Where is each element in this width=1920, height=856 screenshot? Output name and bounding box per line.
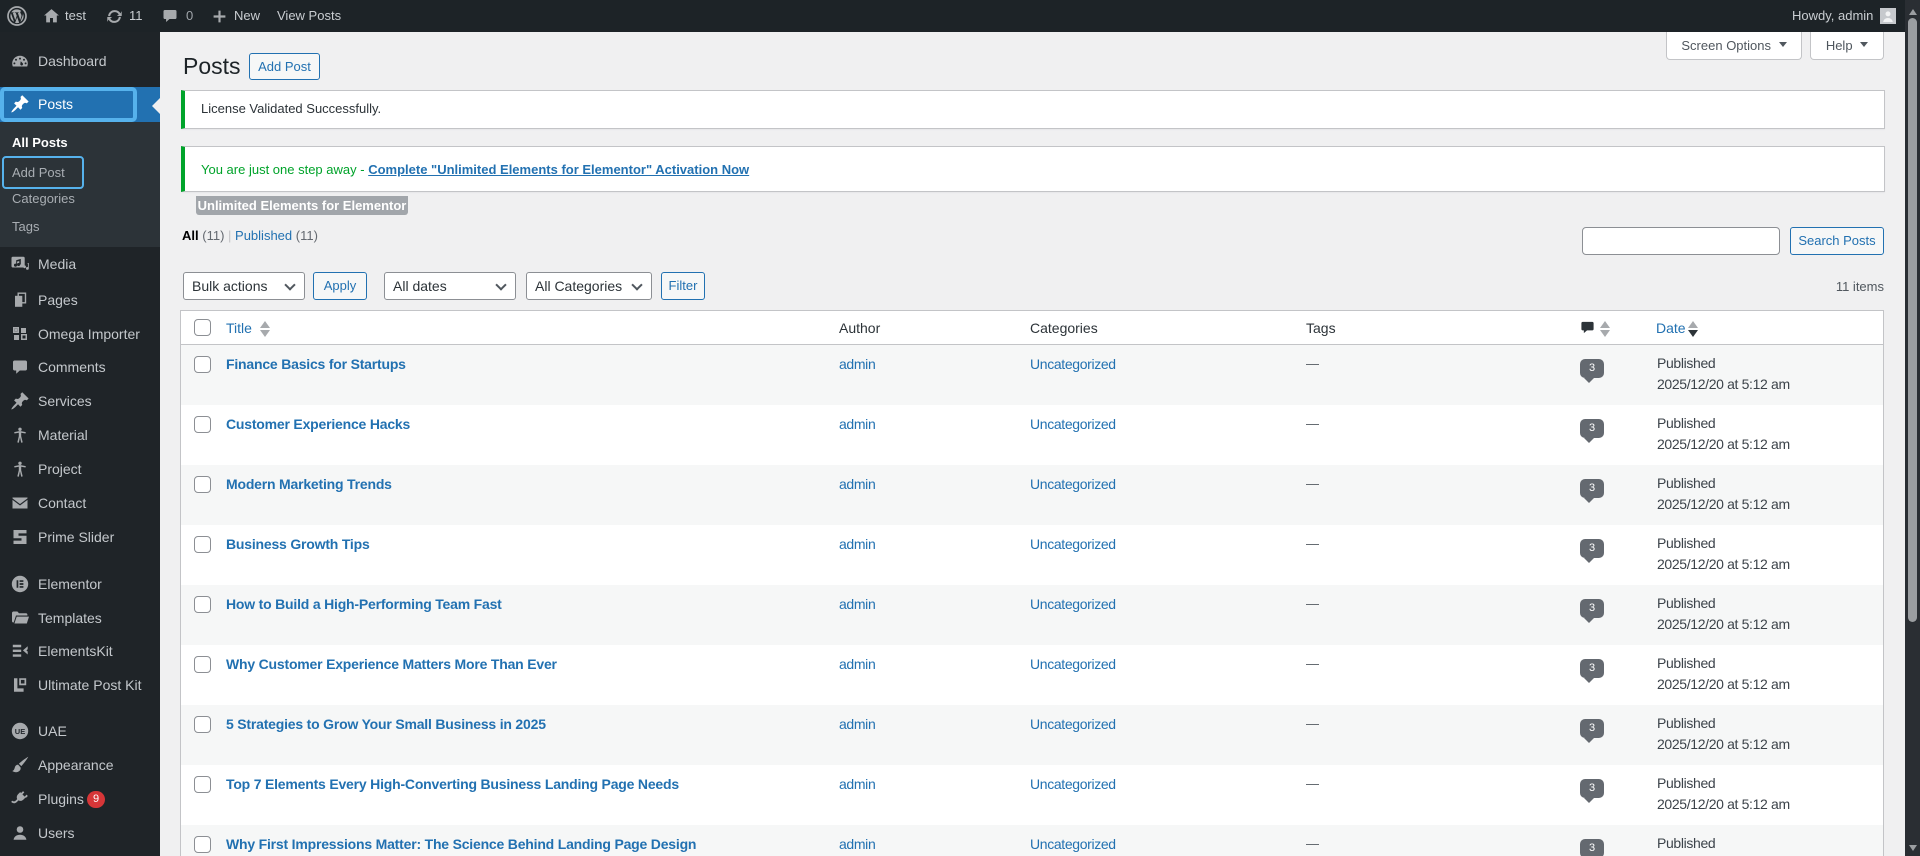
svg-text:UE: UE — [15, 727, 25, 736]
